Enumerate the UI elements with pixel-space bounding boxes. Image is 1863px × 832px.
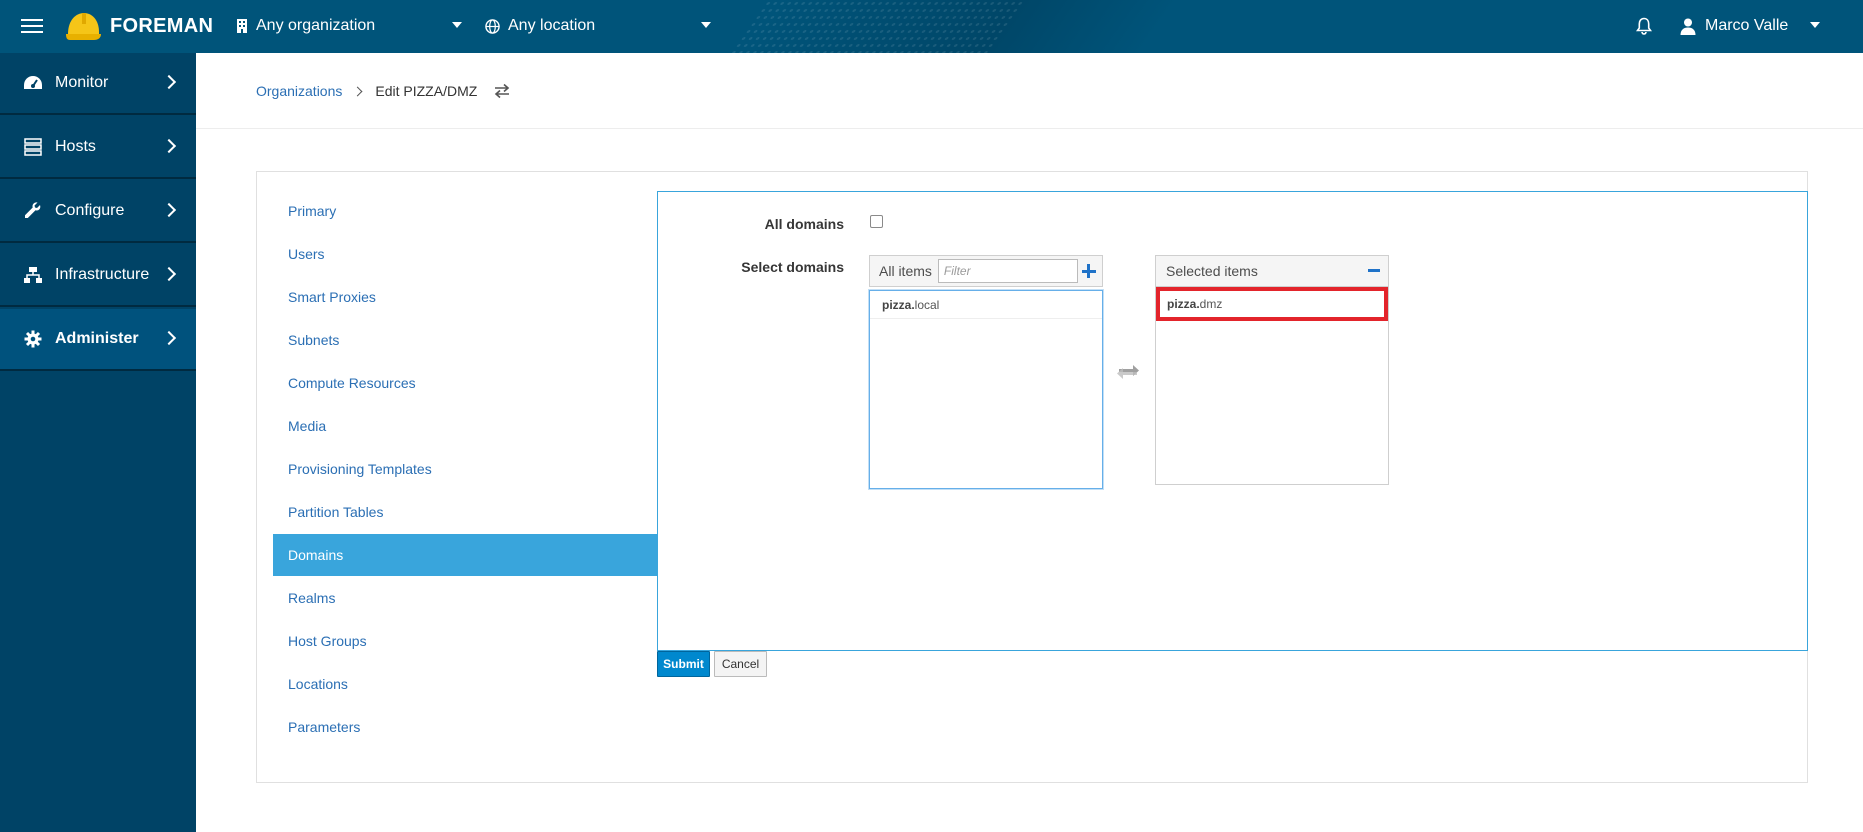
domain-suffix: local <box>914 297 940 312</box>
breadcrumb-organizations-link[interactable]: Organizations <box>256 83 342 99</box>
tab-subnets[interactable]: Subnets <box>273 319 658 361</box>
location-select[interactable]: Any location <box>485 13 711 39</box>
dashboard-icon <box>22 72 44 94</box>
tab-provisioning-templates[interactable]: Provisioning Templates <box>273 448 658 490</box>
selected-items-label: Selected items <box>1166 263 1258 279</box>
select-domains-label: Select domains <box>741 259 844 275</box>
filter-input[interactable]: Filter <box>937 259 1078 283</box>
organization-select[interactable]: Any organization <box>236 13 462 39</box>
tab-partition-tables[interactable]: Partition Tables <box>273 491 658 533</box>
all-items-header: All items Filter <box>869 255 1103 287</box>
available-domains-list[interactable]: pizza. local <box>869 290 1103 489</box>
cancel-button[interactable]: Cancel <box>714 651 767 677</box>
chevron-right-icon <box>161 330 177 346</box>
chevron-right-icon <box>161 202 177 218</box>
sidebar-item-infrastructure[interactable]: Infrastructure <box>0 245 196 307</box>
bell-icon[interactable] <box>1636 13 1656 39</box>
organization-label: Any organization <box>256 17 376 34</box>
remove-all-icon[interactable] <box>1368 269 1380 272</box>
globe-icon <box>485 18 500 34</box>
sidebar: Monitor Hosts Configure Infrastructure A… <box>0 53 196 832</box>
sidebar-item-administer[interactable]: Administer <box>0 309 196 371</box>
header-divider <box>196 128 1863 129</box>
tab-media[interactable]: Media <box>273 405 658 447</box>
caret-down-icon <box>701 22 711 28</box>
gear-icon <box>22 328 44 350</box>
sidebar-item-label: Hosts <box>55 138 96 155</box>
tab-compute-resources[interactable]: Compute Resources <box>273 362 658 404</box>
chevron-right-icon <box>161 138 177 154</box>
server-icon <box>22 136 44 158</box>
add-all-icon[interactable] <box>1081 264 1096 278</box>
selected-items-header: Selected items <box>1155 255 1389 287</box>
tab-smart-proxies[interactable]: Smart Proxies <box>273 276 658 318</box>
sidebar-item-monitor[interactable]: Monitor <box>0 53 196 115</box>
tab-realms[interactable]: Realms <box>273 577 658 619</box>
sidebar-item-label: Administer <box>55 330 139 347</box>
domain-suffix: dmz <box>1199 297 1223 311</box>
caret-down-icon <box>452 22 462 28</box>
domain-name-part: pizza. <box>1167 297 1200 311</box>
sidebar-item-configure[interactable]: Configure <box>0 181 196 243</box>
user-menu[interactable]: Marco Valle <box>1680 12 1820 40</box>
selected-domains-list[interactable]: pizza. dmz <box>1155 286 1389 485</box>
all-domains-checkbox[interactable] <box>870 215 883 228</box>
submit-button[interactable]: Submit <box>657 651 710 677</box>
brand-name: FOREMAN <box>110 14 214 37</box>
network-icon <box>22 264 44 286</box>
sidebar-item-label: Configure <box>55 202 125 219</box>
user-name: Marco Valle <box>1705 17 1789 34</box>
tab-users[interactable]: Users <box>273 233 658 275</box>
sidebar-item-label: Infrastructure <box>55 266 150 283</box>
chevron-right-icon <box>161 74 177 90</box>
chevron-right-icon <box>161 266 177 282</box>
tab-domains[interactable]: Domains <box>273 534 658 576</box>
domain-name-part: pizza. <box>882 297 915 312</box>
chevron-right-icon <box>352 86 363 96</box>
switch-icon[interactable] <box>493 83 511 99</box>
tab-primary[interactable]: Primary <box>273 190 658 232</box>
helmet-icon <box>66 13 101 40</box>
hamburger-menu-icon[interactable] <box>20 14 44 38</box>
all-domains-label: All domains <box>764 216 844 232</box>
transfer-icon <box>1117 365 1139 379</box>
wrench-icon <box>22 200 44 222</box>
sidebar-item-hosts[interactable]: Hosts <box>0 117 196 179</box>
breadcrumb: Organizations Edit PIZZA/DMZ <box>256 80 511 102</box>
user-icon <box>1680 18 1696 35</box>
list-item[interactable]: pizza. local <box>870 291 1102 319</box>
page-title: Edit PIZZA/DMZ <box>375 83 478 99</box>
caret-down-icon <box>1810 22 1820 28</box>
tab-parameters[interactable]: Parameters <box>273 706 658 748</box>
navbar-pattern <box>730 0 1028 53</box>
building-icon <box>237 19 247 33</box>
brand-logo[interactable]: FOREMAN <box>64 6 213 46</box>
tab-host-groups[interactable]: Host Groups <box>273 620 658 662</box>
all-items-label: All items <box>879 263 932 279</box>
location-label: Any location <box>508 17 596 34</box>
list-item[interactable]: pizza. dmz <box>1156 287 1388 321</box>
sidebar-item-label: Monitor <box>55 74 109 91</box>
tab-locations[interactable]: Locations <box>273 663 658 705</box>
top-navbar: FOREMAN Any organization Any location Ma… <box>0 0 1863 53</box>
